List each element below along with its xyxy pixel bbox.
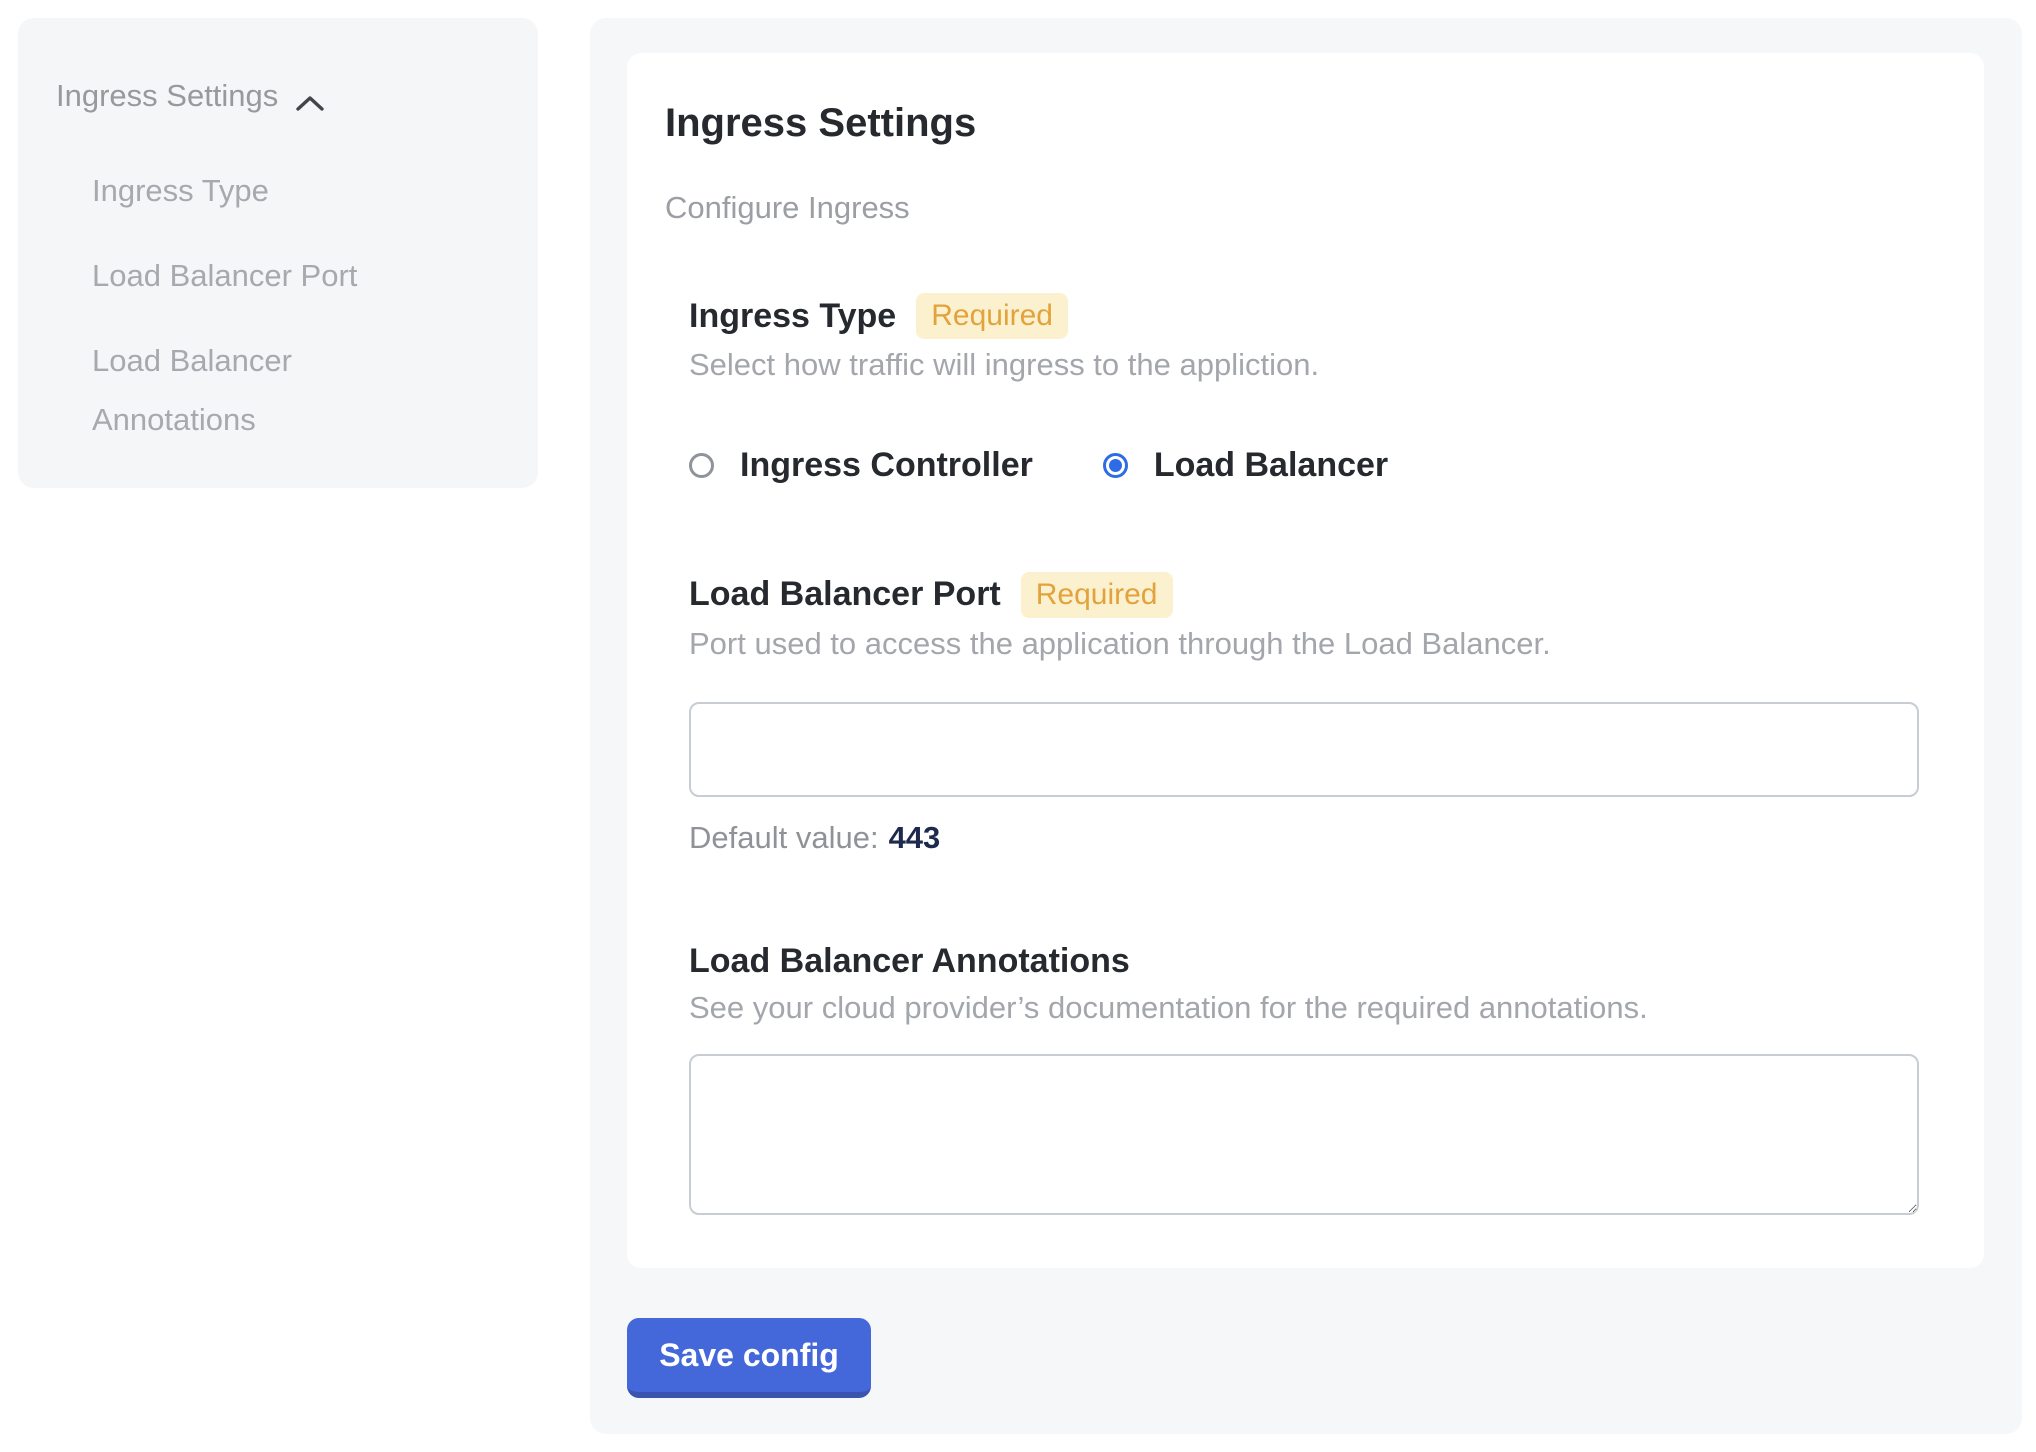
ingress-type-label: Ingress Type xyxy=(689,296,896,337)
radio-option-ingress-controller[interactable]: Ingress Controller xyxy=(689,446,1033,485)
radio-load-balancer-label: Load Balancer xyxy=(1154,446,1388,485)
ingress-type-field: Ingress Type Required Select how traffic… xyxy=(689,293,1919,485)
chevron-up-icon xyxy=(294,86,326,106)
radio-ingress-controller-label: Ingress Controller xyxy=(740,446,1033,485)
load-balancer-port-field: Load Balancer Port Required Port used to… xyxy=(689,572,1919,857)
sidebar-section-ingress-settings[interactable]: Ingress Settings xyxy=(56,78,498,114)
load-balancer-annotations-label: Load Balancer Annotations xyxy=(689,941,1130,982)
load-balancer-port-input[interactable] xyxy=(689,702,1919,797)
load-balancer-port-description: Port used to access the application thro… xyxy=(689,626,1919,663)
load-balancer-annotations-textarea[interactable] xyxy=(689,1054,1919,1215)
save-config-button[interactable]: Save config xyxy=(627,1318,871,1398)
ingress-type-radio-group: Ingress Controller Load Balancer xyxy=(689,446,1919,485)
page-subtitle: Configure Ingress xyxy=(665,190,1919,226)
load-balancer-annotations-description: See your cloud provider’s documentation … xyxy=(689,990,1919,1027)
required-badge: Required xyxy=(1021,572,1173,618)
page: Ingress Settings Ingress Type Load Balan… xyxy=(0,0,2036,1452)
load-balancer-port-label: Load Balancer Port xyxy=(689,574,1001,615)
radio-load-balancer-icon[interactable] xyxy=(1103,453,1128,478)
radio-option-load-balancer[interactable]: Load Balancer xyxy=(1103,446,1388,485)
page-title: Ingress Settings xyxy=(665,100,1919,146)
sidebar-section-label: Ingress Settings xyxy=(56,78,278,114)
sidebar-item-load-balancer-port[interactable]: Load Balancer Port xyxy=(92,247,432,306)
settings-panel: Ingress Settings Configure Ingress Ingre… xyxy=(590,18,2022,1434)
default-value-line: Default value: 443 xyxy=(689,820,1919,856)
radio-ingress-controller-icon[interactable] xyxy=(689,453,714,478)
sidebar-item-ingress-type[interactable]: Ingress Type xyxy=(92,162,432,221)
sidebar-item-list: Ingress Type Load Balancer Port Load Bal… xyxy=(56,162,498,450)
settings-sidebar: Ingress Settings Ingress Type Load Balan… xyxy=(18,18,538,488)
ingress-type-description: Select how traffic will ingress to the a… xyxy=(689,347,1919,384)
default-value-label: Default value: xyxy=(689,820,879,855)
ingress-settings-card: Ingress Settings Configure Ingress Ingre… xyxy=(627,53,1984,1268)
load-balancer-annotations-field: Load Balancer Annotations See your cloud… xyxy=(689,941,1919,1214)
required-badge: Required xyxy=(916,293,1068,339)
default-value-number: 443 xyxy=(889,820,941,855)
sidebar-item-load-balancer-annotations[interactable]: Load Balancer Annotations xyxy=(92,332,432,450)
